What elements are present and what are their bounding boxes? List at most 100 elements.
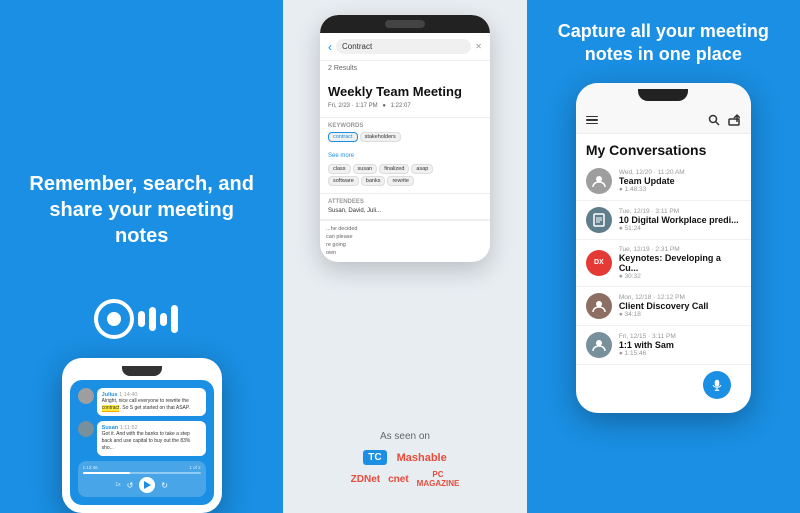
progress-fill — [83, 472, 130, 474]
phone-shell-left: Julius 1:14:40 Alright, nice call everyo… — [62, 358, 222, 513]
julius-text: Alright, nice call everyone to rewrite t… — [102, 398, 201, 412]
document-icon — [592, 213, 606, 227]
search-input[interactable]: Contract — [336, 39, 471, 54]
julius-bubble: Julius 1:14:40 Alright, nice call everyo… — [97, 388, 206, 416]
list-item[interactable]: DX Tue, 12/19 · 2:31 PM Keynotes: Develo… — [576, 240, 751, 287]
list-item[interactable]: Wed, 12/20 · 11:20 AM Team Update ● 1:48… — [576, 162, 751, 201]
conversation-list: Wed, 12/20 · 11:20 AM Team Update ● 1:48… — [576, 162, 751, 365]
tc-logo: TC — [363, 450, 386, 465]
phone-notch-bar — [320, 15, 490, 33]
meeting-duration: 1:22:07 — [391, 103, 411, 109]
avatar-5 — [586, 332, 612, 358]
snippet-text: ...he decided can please re going own — [320, 220, 490, 262]
attendees-section: ATTENDEES Susan, David, Juli... — [320, 194, 490, 220]
conv-item-date-3: Tue, 12/19 · 2:31 PM — [619, 246, 741, 253]
avatar-2 — [586, 207, 612, 233]
avatar-1 — [586, 168, 612, 194]
conv-item-date-2: Tue, 12/19 · 3:11 PM — [619, 208, 741, 215]
playback-count: 1 of 2 — [189, 465, 200, 470]
snippet-part1: ...he decided — [326, 226, 358, 232]
pc-logo: PCMAGAZINE — [417, 470, 460, 488]
chat-row-julius: Julius 1:14:40 Alright, nice call everyo… — [78, 388, 206, 416]
ham-line-3 — [586, 123, 598, 125]
clear-icon[interactable]: ✕ — [475, 42, 482, 51]
conv-item-date-4: Mon, 12/18 · 12:12 PM — [619, 294, 741, 301]
tag-susan: susan — [353, 164, 378, 174]
person-icon-1 — [592, 174, 606, 188]
middle-panel: ‹ Contract ✕ 2 Results Weekly Team Meeti… — [283, 0, 526, 513]
susan-text: Got it. And with the banks to take a ste… — [102, 431, 201, 452]
press-logos-row1: TC Mashable — [351, 450, 460, 465]
bullet: ● — [382, 103, 386, 109]
tag-class: class — [328, 164, 351, 174]
right-headline: Capture all your meeting notes in one pl… — [542, 20, 785, 67]
app-header — [576, 107, 751, 134]
phone-notch-left — [122, 366, 162, 376]
back-button[interactable]: ‹ — [328, 40, 332, 54]
see-more[interactable]: See more — [328, 144, 482, 162]
attendees-label: ATTENDEES — [328, 199, 482, 205]
list-item[interactable]: Mon, 12/18 · 12:12 PM Client Discovery C… — [576, 287, 751, 326]
phone-notch-right — [638, 89, 688, 101]
person-icon-5 — [592, 338, 606, 352]
tag-contract: contract — [328, 132, 358, 142]
keywords-section: KEYWORDS contract stakeholders See more … — [320, 118, 490, 194]
hamburger-icon[interactable] — [586, 116, 598, 125]
otter-logo-svg — [92, 297, 192, 342]
conversations-phone: My Conversations Wed, 12/20 · 11:20 AM T… — [576, 83, 751, 413]
search-phone-card: ‹ Contract ✕ 2 Results Weekly Team Meeti… — [320, 15, 490, 262]
middle-bg: ‹ Contract ✕ 2 Results Weekly Team Meeti… — [283, 0, 526, 513]
tags-row-3: software banks rewrite — [328, 176, 482, 186]
susan-avatar — [78, 421, 94, 437]
phone-status-bar-right — [576, 83, 751, 107]
susan-bubble: Susan 1:11:52 Got it. And with the banks… — [97, 421, 206, 456]
list-item[interactable]: Fri, 12/15 · 3:11 PM 1:1 with Sam ● 1:15… — [576, 326, 751, 365]
search-results-label: 2 Results — [320, 61, 490, 76]
snippet-part2: can please — [326, 234, 353, 240]
playback-bar: 1:12:46 1 of 2 1x ↺ ↻ — [78, 461, 206, 497]
cnet-logo: cnet — [388, 474, 409, 485]
keywords-label: KEYWORDS — [328, 123, 482, 129]
highlight-contract: contract — [102, 405, 120, 412]
forward-icon[interactable]: ↻ — [161, 481, 168, 490]
conv-item-name-2: 10 Digital Workplace predi... — [619, 215, 741, 225]
app-header-icons — [707, 113, 741, 127]
tags-row-2: class susan finalized asap — [328, 164, 482, 174]
left-panel: Remember, search, and share your meeting… — [0, 0, 283, 513]
list-item[interactable]: Tue, 12/19 · 3:11 PM 10 Digital Workplac… — [576, 201, 751, 240]
meeting-title-card: Weekly Team Meeting Fri, 2/23 · 1:17 PM … — [320, 76, 490, 118]
play-triangle-icon — [144, 481, 151, 489]
mic-fab-button[interactable] — [703, 371, 731, 399]
conv-item-duration-1: ● 1:48:33 — [619, 186, 741, 193]
phone-notch-pill — [385, 20, 425, 28]
tag-stakeholders: stakeholders — [360, 132, 401, 142]
conv-item-info-2: Tue, 12/19 · 3:11 PM 10 Digital Workplac… — [619, 208, 741, 232]
ham-line-2 — [586, 119, 598, 121]
search-icon-svg — [708, 114, 720, 126]
playback-time: 1:12:46 — [83, 465, 98, 470]
tags-row-1: contract stakeholders — [328, 132, 482, 142]
conv-item-name-3: Keynotes: Developing a Cu... — [619, 253, 741, 273]
rewind-icon[interactable]: ↺ — [127, 481, 134, 490]
conv-item-info-1: Wed, 12/20 · 11:20 AM Team Update ● 1:48… — [619, 169, 741, 193]
play-button[interactable] — [139, 477, 155, 493]
as-seen-on-section: As seen on TC Mashable ZDNet cnet PCMAGA… — [351, 431, 460, 498]
search-icon[interactable] — [707, 113, 721, 127]
chat-row-susan: Susan 1:11:52 Got it. And with the banks… — [78, 421, 206, 456]
meeting-title: Weekly Team Meeting — [328, 84, 482, 100]
play-controls[interactable]: 1x ↺ ↻ — [83, 477, 201, 493]
avatar-text-3: DX — [594, 259, 604, 266]
tag-software: software — [328, 176, 359, 186]
right-panel: Capture all your meeting notes in one pl… — [527, 0, 800, 513]
mic-icon — [711, 379, 723, 391]
conv-item-info-5: Fri, 12/15 · 3:11 PM 1:1 with Sam ● 1:15… — [619, 333, 741, 357]
conv-item-duration-5: ● 1:15:46 — [619, 350, 741, 357]
zdnet-logo: ZDNet — [351, 474, 380, 485]
search-bar: ‹ Contract ✕ — [320, 33, 490, 61]
conv-item-duration-3: ● 30:32 — [619, 273, 741, 280]
ham-line-1 — [586, 116, 598, 118]
share-icon[interactable] — [727, 113, 741, 127]
otter-logo — [92, 297, 192, 342]
conv-item-name-1: Team Update — [619, 176, 741, 186]
attendees-names: Susan, David, Juli... — [328, 208, 482, 214]
